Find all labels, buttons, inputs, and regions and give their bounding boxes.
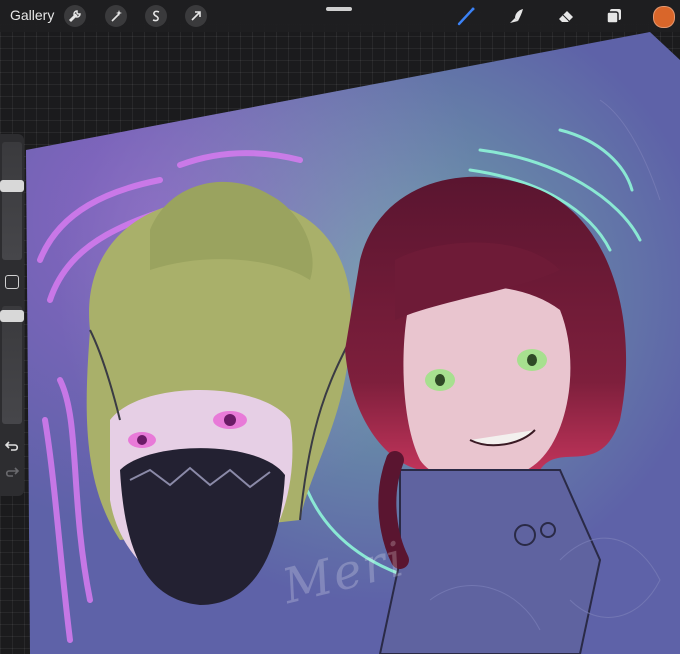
wrench-icon[interactable] — [64, 5, 86, 27]
redo-icon[interactable] — [4, 464, 20, 480]
brush-size-thumb[interactable] — [0, 180, 24, 192]
gallery-button[interactable]: Gallery — [10, 7, 54, 23]
selection-s-icon[interactable] — [145, 5, 167, 27]
top-toolbar: Gallery — [0, 0, 680, 32]
layers-icon[interactable] — [603, 5, 625, 27]
brush-icon[interactable] — [455, 5, 477, 27]
smudge-icon[interactable] — [505, 5, 527, 27]
arrow-cursor-icon[interactable] — [185, 5, 207, 27]
left-sidebar — [0, 134, 24, 496]
square-icon[interactable] — [5, 275, 19, 289]
eraser-icon[interactable] — [555, 5, 577, 27]
undo-icon[interactable] — [4, 438, 20, 454]
opacity-thumb[interactable] — [0, 310, 24, 322]
magic-wand-icon[interactable] — [105, 5, 127, 27]
drag-handle[interactable] — [326, 7, 352, 11]
color-picker-swatch[interactable] — [653, 6, 675, 28]
brush-size-slider[interactable] — [0, 142, 24, 260]
opacity-slider[interactable] — [0, 306, 24, 424]
